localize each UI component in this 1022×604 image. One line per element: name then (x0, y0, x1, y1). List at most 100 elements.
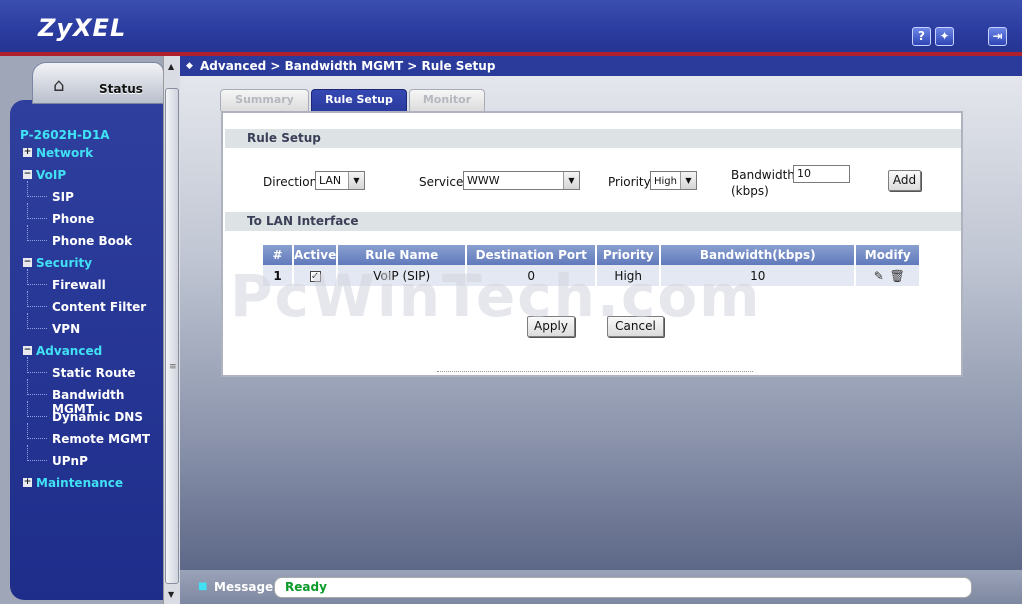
tree-connector (27, 423, 47, 439)
collapse-icon[interactable]: − (23, 258, 32, 267)
scroll-down-icon[interactable]: ▼ (168, 590, 174, 599)
sidebar-item-label: Security (36, 256, 93, 270)
main-content: ◆ Advanced > Bandwidth MGMT > Rule Setup… (180, 56, 1022, 570)
edit-icon[interactable]: ✎ (872, 269, 886, 283)
table-header-row: # Active Rule Name Destination Port Prio… (263, 245, 920, 265)
add-button[interactable]: Add (888, 170, 921, 191)
chevron-down-icon[interactable]: ▼ (348, 172, 364, 189)
sidebar-item-label: Static Route (52, 366, 136, 380)
service-select[interactable]: WWW ▼ (463, 171, 580, 190)
divider (437, 371, 753, 372)
top-header: ZyXEL ? ✦ ⇥ (0, 0, 1022, 56)
apply-button[interactable]: Apply (527, 316, 575, 337)
sidebar-item-label: VoIP (36, 168, 67, 182)
sidebar-item-label: Dynamic DNS (52, 410, 143, 424)
sidebar-item-label: Network (36, 146, 94, 160)
col-priority: Priority (596, 245, 662, 265)
bandwidth-unit-label: (kbps) (731, 184, 769, 198)
sidebar-item-phone-book[interactable]: Phone Book (22, 225, 162, 255)
sidebar-item-label: Remote MGMT (52, 432, 151, 446)
router-icon: ⌂ (53, 75, 65, 96)
tab-rule-setup[interactable]: Rule Setup (311, 89, 407, 111)
tab-monitor[interactable]: Monitor (409, 89, 485, 111)
direction-label: Direction (263, 175, 318, 189)
chevron-down-icon[interactable]: ▼ (563, 172, 579, 189)
grip-icon: ≡ (169, 362, 177, 372)
status-tab[interactable]: ⌂ Status (32, 62, 164, 104)
direction-select[interactable]: LAN ▼ (315, 171, 365, 190)
tree-connector (27, 269, 47, 285)
sidebar-item-label: VPN (52, 322, 81, 336)
tree-connector (27, 313, 47, 329)
tree-connector (27, 357, 47, 373)
bandwidth-input[interactable]: 10 (793, 165, 850, 183)
message-bar: ■ Message Ready (180, 570, 1022, 604)
sidebar-item-label: UPnP (52, 454, 88, 468)
tab-summary[interactable]: Summary (220, 89, 309, 111)
scroll-up-icon[interactable]: ▲ (168, 62, 174, 71)
rule-setup-panel: Rule Setup Direction LAN ▼ Service WWW ▼… (221, 111, 963, 377)
rules-table: # Active Rule Name Destination Port Prio… (263, 245, 920, 286)
sidebar-item-upnp[interactable]: UPnP (22, 445, 162, 475)
active-checkbox[interactable]: ✓ (309, 270, 321, 282)
status-label: Status (99, 82, 143, 96)
breadcrumb-text: Advanced > Bandwidth MGMT > Rule Setup (200, 59, 496, 73)
breadcrumb-arrow-icon: ◆ (186, 61, 193, 71)
col-destination-port: Destination Port (466, 245, 598, 265)
tree-connector (27, 291, 47, 307)
logout-icon[interactable]: ⇥ (988, 27, 1007, 46)
sidebar: ⌂ Status P-2602H-D1A + Network − VoIP SI… (0, 56, 180, 604)
priority-label: Priority (608, 175, 651, 189)
row-modify-cell: ✎ 🗑 (855, 265, 920, 286)
chevron-down-icon[interactable]: ▼ (680, 172, 696, 189)
sidebar-item-label: Maintenance (36, 476, 124, 490)
sidebar-item-label: Phone Book (52, 234, 133, 248)
sidebar-nav: + Network − VoIP SIP Phone Phone Book − … (22, 145, 162, 497)
row-index: 1 (263, 265, 294, 286)
col-rule-name: Rule Name (337, 245, 468, 265)
section-lan-interface: To LAN Interface (225, 212, 961, 231)
row-rule-name: VoIP (SIP) (337, 265, 468, 286)
tree-connector (27, 445, 47, 461)
help-icon[interactable]: ? (912, 27, 931, 46)
row-priority: High (596, 265, 662, 286)
message-icon: ■ (198, 581, 208, 592)
sidebar-item-network[interactable]: + Network (22, 145, 162, 167)
row-active-cell: ✓ (293, 265, 339, 286)
sidebar-item-label: Phone (52, 212, 95, 226)
device-model: P-2602H-D1A (20, 128, 110, 142)
sidebar-item-label: Content Filter (52, 300, 147, 314)
tree-connector (27, 181, 47, 197)
sidebar-item-label: Advanced (36, 344, 103, 358)
col-active: Active (293, 245, 339, 265)
message-field: Ready (274, 577, 972, 598)
row-bandwidth: 10 (660, 265, 857, 286)
cancel-button[interactable]: Cancel (607, 316, 664, 337)
col-modify: Modify (855, 245, 920, 265)
col-bandwidth: Bandwidth(kbps) (660, 245, 857, 265)
priority-value: High (654, 176, 677, 187)
section-rule-setup: Rule Setup (225, 129, 961, 148)
expand-icon[interactable]: + (23, 148, 32, 157)
tree-connector (27, 225, 47, 241)
scrollbar-thumb[interactable]: ≡ (165, 88, 179, 584)
sidebar-item-maintenance[interactable]: + Maintenance (22, 475, 162, 497)
sidebar-item-label: Firewall (52, 278, 106, 292)
service-value: WWW (467, 174, 500, 187)
table-row: 1 ✓ VoIP (SIP) 0 High 10 ✎ 🗑 (263, 265, 920, 286)
direction-value: LAN (319, 174, 342, 187)
collapse-icon[interactable]: − (23, 346, 32, 355)
message-label: Message (214, 580, 274, 594)
sidebar-item-vpn[interactable]: VPN (22, 313, 162, 343)
sidebar-scrollbar[interactable]: ▲ ≡ ▼ (163, 56, 180, 604)
breadcrumb: ◆ Advanced > Bandwidth MGMT > Rule Setup (180, 56, 1022, 76)
delete-icon[interactable]: 🗑 (890, 269, 905, 283)
priority-select[interactable]: High ▼ (650, 171, 697, 190)
collapse-icon[interactable]: − (23, 170, 32, 179)
bandwidth-label: Bandwidth (731, 168, 795, 182)
tree-connector (27, 203, 47, 219)
wizard-icon[interactable]: ✦ (935, 27, 954, 46)
row-destination-port: 0 (466, 265, 598, 286)
col-index: # (263, 245, 294, 265)
expand-icon[interactable]: + (23, 478, 32, 487)
